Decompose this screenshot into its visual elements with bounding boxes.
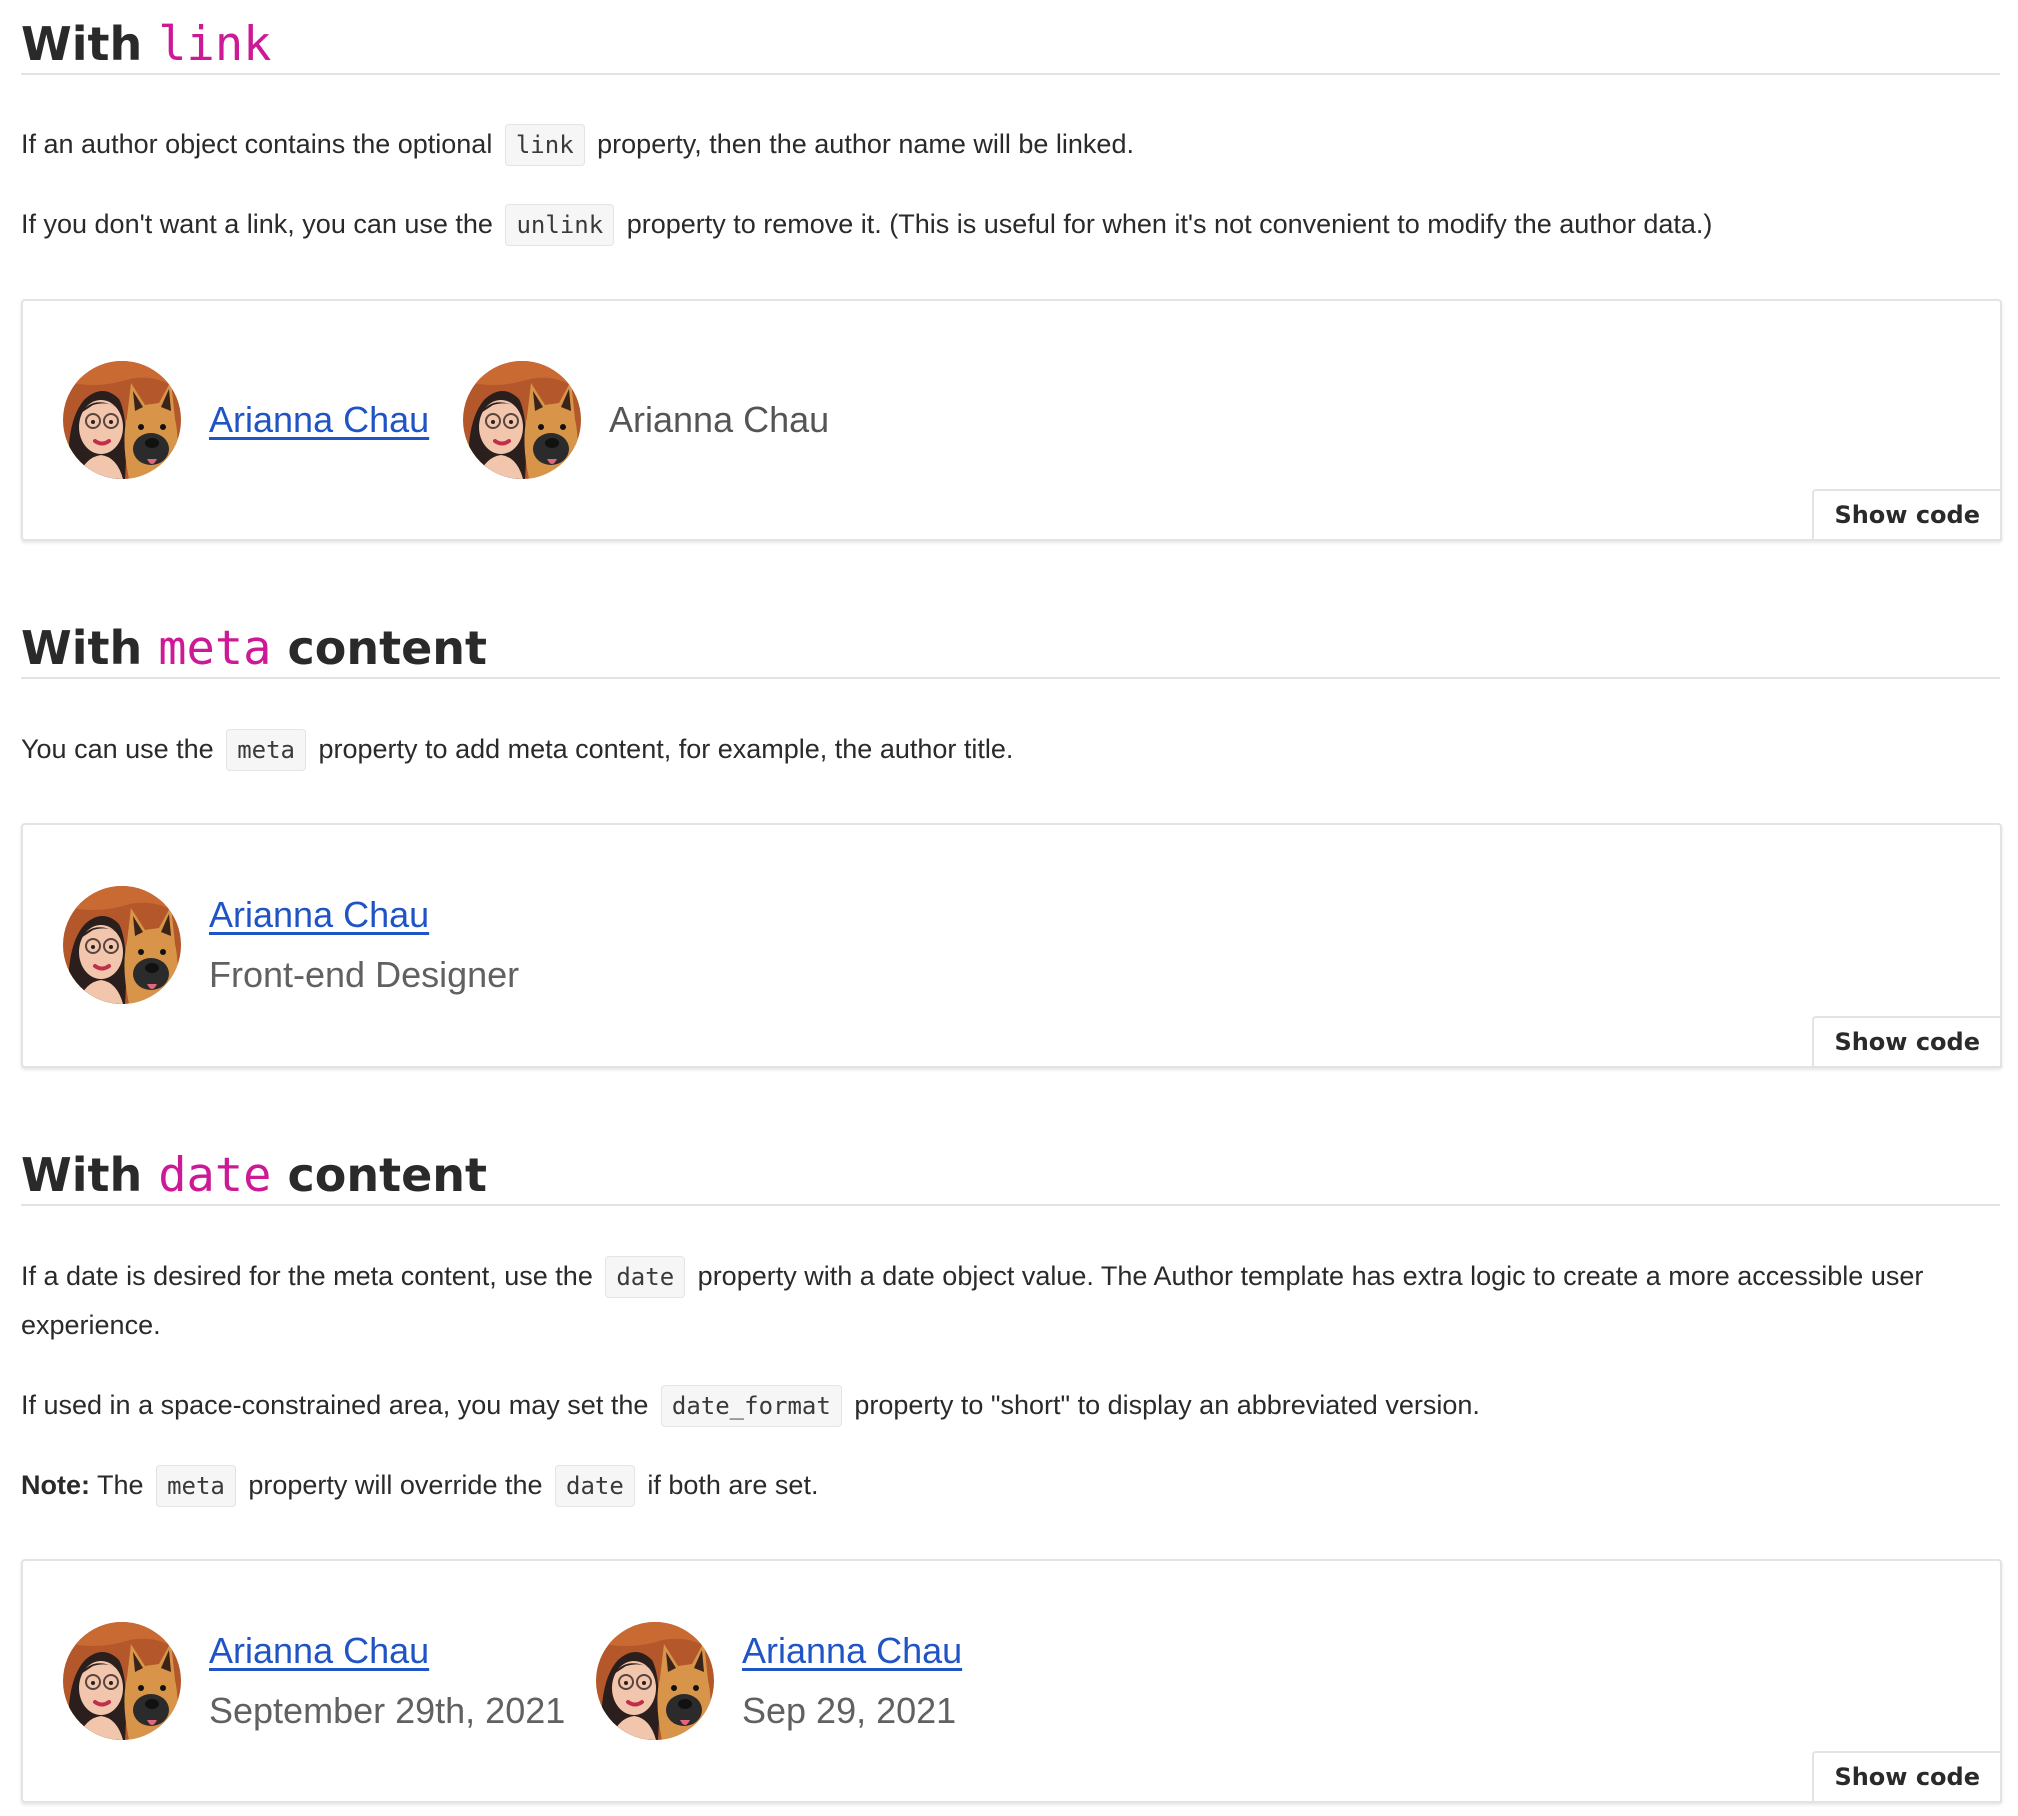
author-name-link[interactable]: Arianna Chau — [742, 1621, 962, 1681]
paragraph: If a date is desired for the meta conten… — [21, 1252, 1951, 1349]
paragraph: If an author object contains the optiona… — [21, 120, 1134, 169]
author-date-short: Sep 29, 2021 — [742, 1690, 957, 1731]
section-heading-link: With link — [21, 16, 2000, 75]
section-heading-meta: With meta content — [21, 620, 2000, 679]
inline-code: unlink — [505, 204, 615, 246]
author-name: Arianna Chau — [609, 399, 830, 440]
inline-code: meta — [226, 729, 306, 771]
author: Arianna Chau Sep 29, 2021 — [596, 1621, 962, 1741]
paragraph: You can use the meta property to add met… — [21, 725, 1013, 774]
avatar-woman-with-dog-icon — [463, 361, 581, 479]
show-code-button[interactable]: Show code — [1812, 1016, 2002, 1068]
docs-page: With link If an author object contains t… — [0, 0, 2018, 1816]
show-code-button[interactable]: Show code — [1812, 1751, 2002, 1803]
inline-code: date_format — [660, 1385, 842, 1427]
heading-keyword: link — [158, 17, 272, 72]
demo-box: Arianna Chau Front-end Designer Show cod… — [21, 823, 2002, 1068]
demo-box: Arianna Chau September 29th, 2021 Ariann… — [21, 1559, 2002, 1803]
avatar-woman-with-dog-icon — [596, 1622, 714, 1740]
author-date: September 29th, 2021 — [209, 1690, 566, 1731]
inline-code: meta — [156, 1465, 236, 1507]
author-name-link[interactable]: Arianna Chau — [209, 885, 519, 945]
paragraph: If used in a space-constrained area, you… — [21, 1381, 1480, 1430]
heading-keyword: date — [158, 1148, 272, 1203]
note-label: Note: — [21, 1470, 90, 1500]
paragraph: If you don't want a link, you can use th… — [21, 200, 1712, 249]
author-name-link[interactable]: Arianna Chau — [209, 390, 429, 450]
author: Arianna Chau — [463, 361, 829, 479]
note-paragraph: Note: The meta property will override th… — [21, 1461, 818, 1510]
inline-code: link — [504, 124, 585, 166]
author: Arianna Chau Front-end Designer — [63, 885, 519, 1005]
section-heading-date: With date content — [21, 1147, 2000, 1206]
inline-code: date — [555, 1465, 635, 1507]
inline-code: date — [605, 1256, 686, 1298]
author-name-link[interactable]: Arianna Chau — [209, 1621, 565, 1681]
show-code-button[interactable]: Show code — [1812, 489, 2002, 541]
avatar-woman-with-dog-icon — [63, 886, 181, 1004]
demo-box: Arianna Chau Arianna Chau Show code — [21, 299, 2002, 541]
author: Arianna Chau September 29th, 2021 — [63, 1621, 565, 1741]
avatar-woman-with-dog-icon — [63, 361, 181, 479]
author-meta: Front-end Designer — [209, 954, 520, 995]
heading-keyword: meta — [158, 621, 272, 676]
author: Arianna Chau — [63, 361, 429, 479]
avatar-woman-with-dog-icon — [63, 1622, 181, 1740]
